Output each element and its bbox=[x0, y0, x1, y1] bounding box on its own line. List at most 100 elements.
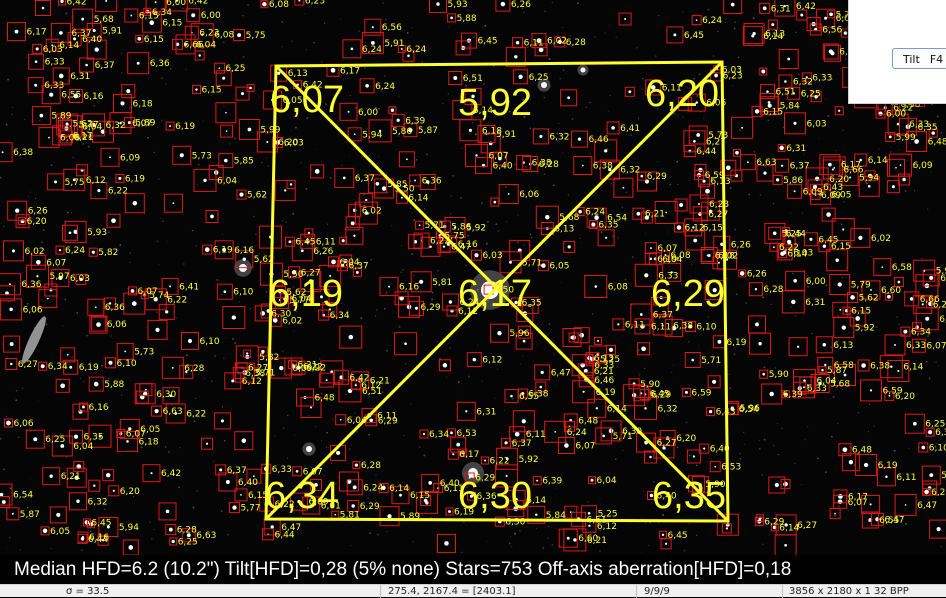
faint-star bbox=[936, 361, 938, 363]
faint-star bbox=[87, 145, 90, 148]
star bbox=[793, 121, 797, 125]
faint-star bbox=[739, 458, 741, 460]
faint-star bbox=[405, 363, 407, 365]
star-hfd-label: 6,36 bbox=[150, 59, 170, 69]
star bbox=[165, 509, 170, 514]
faint-star bbox=[351, 276, 353, 278]
faint-star bbox=[130, 57, 132, 59]
star bbox=[128, 545, 134, 550]
faint-star bbox=[172, 339, 174, 341]
faint-star bbox=[425, 153, 428, 156]
star-hfd-label: 6,38 bbox=[673, 322, 693, 332]
faint-star bbox=[65, 12, 68, 15]
star-hfd-label: 5,68 bbox=[830, 380, 850, 390]
faint-star bbox=[349, 448, 351, 450]
faint-star bbox=[89, 530, 92, 533]
status-value: 9/9/9 bbox=[644, 586, 670, 597]
faint-star bbox=[688, 523, 690, 525]
star bbox=[118, 176, 122, 180]
star-hfd-label: 6,32 bbox=[106, 121, 126, 131]
star-hfd-label: 6,32 bbox=[620, 166, 640, 176]
star bbox=[676, 225, 682, 230]
faint-star bbox=[446, 376, 447, 378]
faint-star bbox=[412, 541, 414, 543]
star bbox=[535, 513, 538, 517]
star-hfd-label: 6,10 bbox=[929, 444, 946, 454]
star bbox=[171, 539, 175, 544]
faint-star bbox=[921, 258, 923, 260]
star bbox=[787, 57, 791, 61]
star bbox=[418, 224, 421, 227]
star bbox=[387, 514, 392, 519]
star-hfd-label: 6,12 bbox=[482, 356, 502, 366]
faint-star bbox=[170, 204, 172, 206]
star bbox=[49, 92, 54, 97]
star bbox=[111, 218, 116, 224]
star bbox=[863, 462, 869, 468]
faint-star bbox=[307, 547, 309, 549]
faint-star bbox=[506, 398, 508, 400]
star bbox=[706, 254, 709, 257]
star bbox=[231, 379, 235, 383]
faint-star bbox=[868, 403, 871, 406]
faint-star bbox=[398, 95, 400, 97]
faint-star bbox=[242, 55, 245, 58]
faint-star bbox=[544, 10, 546, 13]
faint-star bbox=[669, 183, 672, 186]
tilt-button[interactable]: Tilt F4 bbox=[892, 48, 946, 69]
star bbox=[679, 203, 684, 207]
faint-star bbox=[110, 335, 112, 337]
star-hfd-label: 6,06 bbox=[939, 315, 946, 325]
star-hfd-label: 6,13 bbox=[765, 30, 785, 40]
faint-star bbox=[378, 156, 380, 158]
star bbox=[747, 161, 749, 164]
faint-star bbox=[386, 349, 388, 352]
faint-star bbox=[896, 316, 899, 319]
star-hfd-label: 5,93 bbox=[448, 0, 468, 10]
star-hfd-label: 6,55 bbox=[879, 516, 899, 526]
faint-star bbox=[567, 194, 569, 196]
faint-star bbox=[376, 309, 378, 311]
faint-star bbox=[258, 252, 261, 255]
image-viewer[interactable]: 5,50 5,90 6,07 5,92 6,22 6,11 6,10 6,36 5,77 6,07… bbox=[0, 0, 946, 555]
faint-star bbox=[67, 80, 69, 82]
star bbox=[154, 1, 157, 4]
star-hfd-label: 6,03 bbox=[483, 251, 503, 261]
star-hfd-label: 6,11 bbox=[316, 237, 336, 247]
star-hfd-label: 5,73 bbox=[708, 131, 728, 141]
faint-star bbox=[837, 315, 839, 317]
faint-star bbox=[286, 457, 288, 459]
star bbox=[775, 178, 780, 182]
star-hfd-label: 6,25 bbox=[178, 538, 198, 548]
faint-star bbox=[616, 237, 619, 239]
star bbox=[784, 543, 787, 547]
star-detection-box bbox=[723, 0, 743, 15]
faint-star bbox=[261, 161, 263, 164]
star bbox=[644, 273, 649, 278]
star-hfd-label: 6,54 bbox=[13, 491, 33, 501]
star-hfd-label: 6,15 bbox=[144, 35, 164, 45]
faint-star bbox=[423, 454, 426, 457]
faint-star bbox=[181, 166, 183, 168]
faint-star bbox=[35, 198, 37, 200]
faint-star bbox=[625, 191, 627, 193]
faint-star bbox=[763, 366, 766, 369]
star-hfd-label: 6,26 bbox=[731, 240, 751, 250]
star bbox=[837, 282, 842, 287]
star-hfd-label: 6,09 bbox=[803, 187, 823, 197]
faint-star bbox=[39, 119, 41, 122]
star bbox=[425, 501, 429, 505]
star bbox=[895, 166, 897, 169]
star-hfd-label: 6,07 bbox=[46, 258, 66, 268]
star-hfd-label: 6,10 bbox=[117, 359, 137, 369]
star-hfd-label: 6,22 bbox=[186, 410, 206, 420]
star-hfd-label: 6,09 bbox=[913, 161, 933, 171]
faint-star bbox=[547, 525, 550, 528]
star bbox=[179, 153, 184, 158]
faint-star bbox=[600, 231, 603, 234]
faint-star bbox=[467, 234, 469, 237]
star bbox=[399, 493, 402, 497]
star-hfd-label: 6,47 bbox=[551, 368, 571, 378]
star bbox=[828, 162, 832, 167]
faint-star bbox=[577, 506, 579, 508]
